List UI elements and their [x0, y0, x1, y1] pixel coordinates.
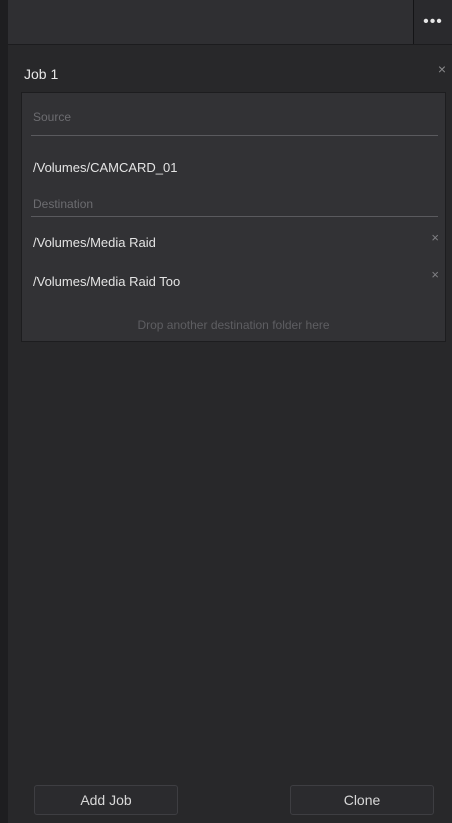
add-job-button[interactable]: Add Job: [34, 785, 178, 815]
source-divider: [31, 135, 438, 136]
more-options-button[interactable]: •••: [413, 0, 452, 44]
job-card: Source /Volumes/CAMCARD_01 Destination /…: [21, 92, 446, 342]
panel-toolbar: •••: [8, 0, 452, 45]
destination-drop-zone[interactable]: Drop another destination folder here: [22, 318, 445, 332]
job-panel: ••• Job 1 × Source /Volumes/CAMCARD_01 D…: [8, 0, 452, 823]
clone-button[interactable]: Clone: [290, 785, 434, 815]
remove-destination-button[interactable]: ×: [431, 230, 439, 245]
source-path[interactable]: /Volumes/CAMCARD_01: [33, 160, 178, 175]
job-title: Job 1: [24, 66, 59, 82]
source-label: Source: [33, 110, 72, 124]
more-horizontal-icon: •••: [423, 13, 443, 30]
destination-path[interactable]: /Volumes/Media Raid Too: [33, 274, 180, 289]
destination-path[interactable]: /Volumes/Media Raid: [33, 235, 156, 250]
close-job-button[interactable]: ×: [438, 61, 446, 77]
destination-label: Destination: [33, 197, 94, 211]
close-icon: ×: [431, 230, 439, 245]
close-icon: ×: [437, 61, 446, 77]
remove-destination-button[interactable]: ×: [431, 267, 439, 282]
destination-divider: [31, 216, 438, 217]
close-icon: ×: [431, 267, 439, 282]
